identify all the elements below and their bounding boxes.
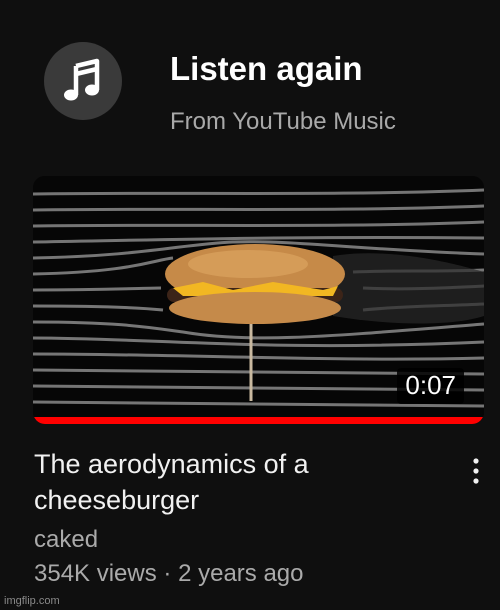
shelf-header: Listen again From YouTube Music: [44, 42, 484, 142]
meta-separator: ·: [163, 560, 172, 587]
video-title[interactable]: The aerodynamics of a cheeseburger: [34, 446, 444, 518]
video-metadata: 354K views · 2 years ago: [34, 560, 304, 588]
shelf-title: Listen again: [170, 50, 363, 87]
channel-name[interactable]: caked: [34, 526, 98, 554]
video-thumbnail[interactable]: 0:07: [33, 176, 484, 424]
imgflip-watermark: imgflip.com: [4, 595, 60, 607]
upload-age: 2 years ago: [178, 560, 304, 587]
shelf-subtitle: From YouTube Music: [170, 108, 396, 135]
music-note-icon[interactable]: [44, 42, 122, 120]
view-count: 354K views: [34, 560, 157, 587]
watch-progress-fill: [33, 417, 484, 424]
kebab-menu-icon[interactable]: [464, 454, 488, 488]
duration-badge: 0:07: [397, 368, 464, 404]
watch-progress-bar: [33, 417, 484, 424]
